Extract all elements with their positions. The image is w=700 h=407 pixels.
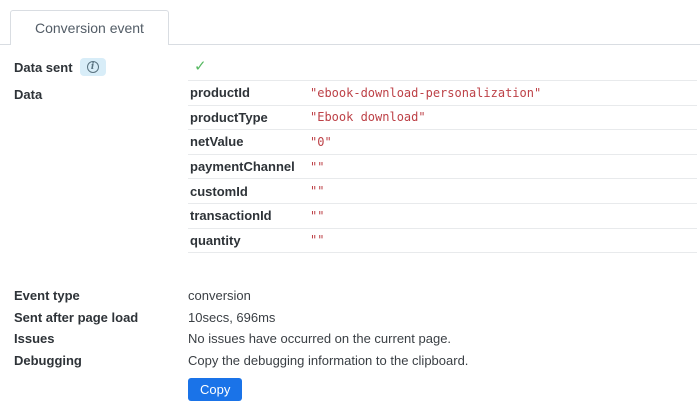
meta-value: Copy the debugging information to the cl…: [188, 350, 697, 372]
row-copy: Copy: [14, 378, 697, 401]
data-value: "0": [310, 135, 332, 149]
table-row: transactionId "": [188, 204, 697, 229]
data-table: productId "ebook-download-personalizatio…: [188, 80, 697, 253]
table-row: productId "ebook-download-personalizatio…: [188, 81, 697, 106]
tab-conversion-event[interactable]: Conversion event: [10, 10, 169, 45]
data-key: productType: [188, 110, 310, 125]
data-key: netValue: [188, 134, 310, 149]
data-value: "": [310, 160, 324, 174]
meta-label: Issues: [14, 328, 188, 350]
data-value: "": [310, 209, 324, 223]
tab-bar: Conversion event: [0, 0, 700, 45]
data-value: "Ebook download": [310, 110, 426, 124]
data-key: quantity: [188, 233, 310, 248]
row-data-sent: Data sent i ✓: [14, 57, 697, 77]
table-row: productType "Ebook download": [188, 106, 697, 131]
data-value: "": [310, 184, 324, 198]
tab-label: Conversion event: [35, 20, 144, 36]
table-row: netValue "0": [188, 130, 697, 155]
data-key: transactionId: [188, 208, 310, 223]
check-icon: ✓: [188, 58, 207, 75]
data-key: customId: [188, 184, 310, 199]
data-key: paymentChannel: [188, 159, 310, 174]
meta-value: 10secs, 696ms: [188, 307, 697, 329]
info-icon[interactable]: i: [80, 58, 106, 76]
data-sent-label: Data sent: [14, 60, 73, 75]
meta-label: Debugging: [14, 350, 188, 372]
table-row: paymentChannel "": [188, 155, 697, 180]
data-key: productId: [188, 85, 310, 100]
meta-section: Event type conversion Sent after page lo…: [14, 285, 697, 371]
info-icon-glyph: i: [87, 61, 99, 73]
row-event-type: Event type conversion: [14, 285, 697, 307]
row-sent-after-page-load: Sent after page load 10secs, 696ms: [14, 307, 697, 329]
table-row: quantity "": [188, 229, 697, 254]
panel-content: Data sent i ✓ Data productId "ebook-down…: [0, 45, 700, 401]
copy-button[interactable]: Copy: [188, 378, 242, 401]
row-issues: Issues No issues have occurred on the cu…: [14, 328, 697, 350]
meta-value: No issues have occurred on the current p…: [188, 328, 697, 350]
data-value: "": [310, 233, 324, 247]
meta-label: Event type: [14, 285, 188, 307]
data-value: "ebook-download-personalization": [310, 86, 541, 100]
meta-value: conversion: [188, 285, 697, 307]
row-debugging: Debugging Copy the debugging information…: [14, 350, 697, 372]
data-label: Data: [14, 87, 42, 102]
meta-label: Sent after page load: [14, 307, 188, 329]
table-row: customId "": [188, 179, 697, 204]
row-data: Data productId "ebook-download-personali…: [14, 80, 697, 253]
